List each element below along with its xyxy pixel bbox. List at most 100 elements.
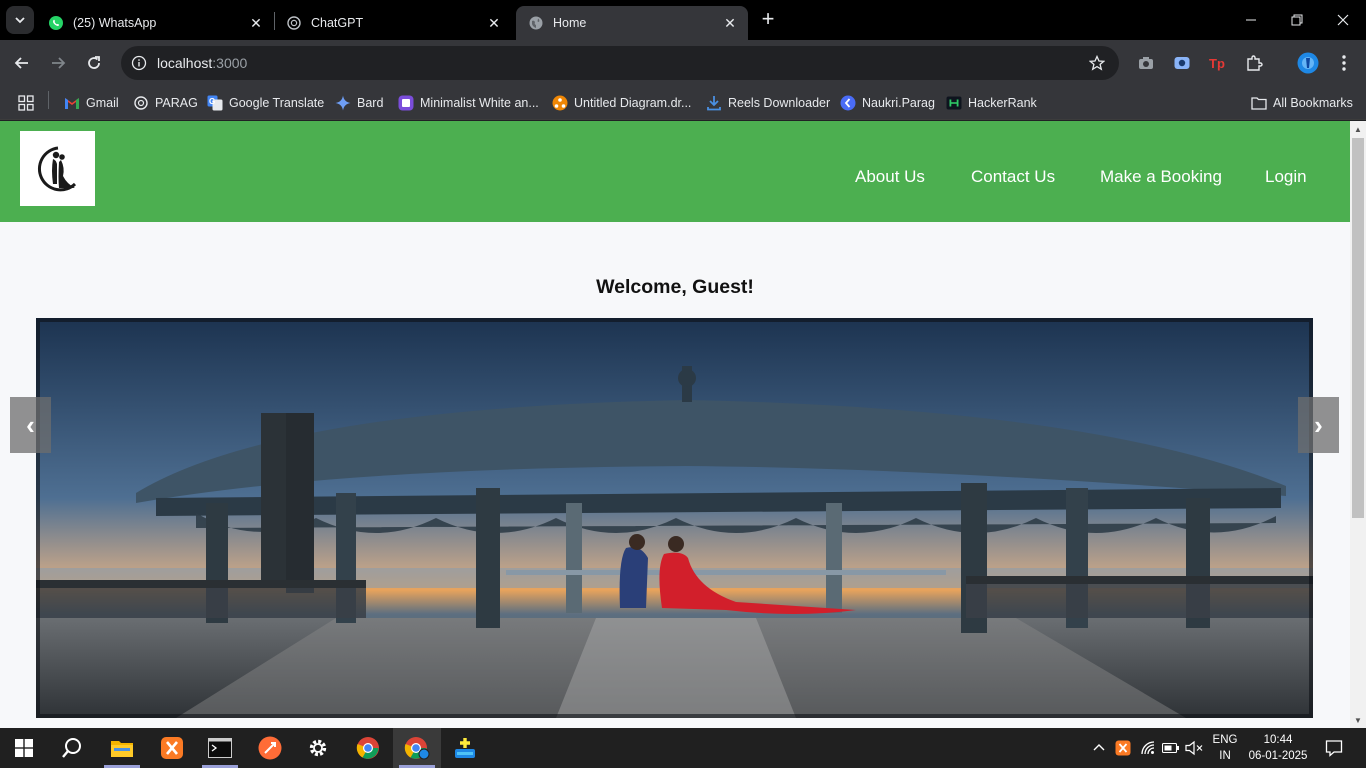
close-window-button[interactable] (1320, 0, 1366, 40)
puzzle-extensions-icon[interactable] (1244, 53, 1264, 73)
bookmark-minimalist[interactable]: Minimalist White an... (398, 92, 539, 114)
site-info-icon[interactable] (129, 53, 149, 73)
close-tab-icon[interactable]: ✕ (484, 13, 504, 33)
reload-button[interactable] (80, 49, 108, 77)
page-scrollbar[interactable]: ▲ ▼ (1350, 121, 1366, 728)
url-port: :3000 (212, 55, 248, 71)
clock-date: 06-01-2025 (1248, 750, 1308, 762)
all-bookmarks-button[interactable]: All Bookmarks (1251, 92, 1353, 114)
restore-icon (1291, 14, 1303, 26)
welcome-heading: Welcome, Guest! (596, 276, 754, 298)
bookmark-label: PARAG (155, 96, 198, 110)
folder-icon (1251, 95, 1267, 111)
hero-carousel (36, 318, 1313, 718)
taskbar-file-explorer[interactable] (98, 728, 146, 768)
browser-menu-icon[interactable] (1334, 53, 1354, 73)
bookmark-reels-downloader[interactable]: Reels Downloader (706, 92, 830, 114)
site-logo[interactable] (20, 131, 95, 206)
tab-chatgpt[interactable]: ChatGPT ✕ (274, 6, 512, 40)
taskbar-terminal[interactable] (196, 728, 244, 768)
taskbar-xampp[interactable] (148, 728, 196, 768)
bookmark-untitled-diagram[interactable]: Untitled Diagram.dr... (552, 92, 691, 114)
browser-tab-strip: (25) WhatsApp ✕ ChatGPT ✕ Home ✕ + (0, 0, 1366, 40)
clock-time: 10:44 (1263, 734, 1293, 746)
nav-contact-us[interactable]: Contact Us (971, 167, 1055, 187)
chevron-down-icon (15, 17, 25, 24)
bookmark-gmail[interactable]: Gmail (64, 92, 119, 114)
bookmark-parag[interactable]: PARAG (133, 92, 198, 114)
forward-button[interactable] (44, 49, 72, 77)
close-tab-icon[interactable]: ✕ (246, 13, 266, 33)
nav-login[interactable]: Login (1265, 167, 1307, 187)
bookmark-label: Bard (357, 96, 384, 110)
tab-whatsapp[interactable]: (25) WhatsApp ✕ (36, 6, 274, 40)
tab-home[interactable]: Home ✕ (516, 6, 748, 40)
bookmarks-separator (48, 91, 49, 109)
windows-taskbar: ENG IN 10:44 06-01-2025 (0, 728, 1366, 768)
folder-icon (111, 741, 133, 757)
restore-button[interactable] (1274, 0, 1320, 40)
bookmark-label: Naukri.Parag (862, 96, 935, 110)
app-plus-icon (455, 738, 475, 758)
tab-search-button[interactable] (6, 6, 34, 34)
speaker-muted-icon[interactable] (1185, 739, 1203, 757)
battery-icon[interactable] (1162, 739, 1180, 757)
new-tab-button[interactable]: + (756, 8, 780, 32)
postman-icon (258, 736, 282, 760)
notification-icon (1325, 740, 1343, 757)
bookmark-label: Untitled Diagram.dr... (574, 96, 692, 110)
hackerrank-icon (946, 95, 962, 111)
naukri-icon (840, 95, 856, 111)
taskbar-postman[interactable] (246, 728, 294, 768)
browser-toolbar: localhost:3000 Tp (0, 40, 1366, 86)
scroll-down-arrow-icon[interactable]: ▼ (1350, 712, 1366, 728)
notification-center-button[interactable] (1324, 738, 1344, 758)
taskbar-app-plus[interactable] (441, 728, 489, 768)
bookmark-naukri[interactable]: Naukri.Parag (840, 92, 935, 114)
svg-text:Tp: Tp (1209, 56, 1225, 71)
scroll-thumb[interactable] (1352, 138, 1364, 518)
minimize-button[interactable] (1228, 0, 1274, 40)
profile-avatar[interactable] (1296, 51, 1320, 75)
scroll-up-arrow-icon[interactable]: ▲ (1350, 121, 1366, 137)
carousel-next-button[interactable]: › (1298, 397, 1339, 453)
url-text: localhost:3000 (157, 55, 247, 71)
bookmark-label: Google Translate (229, 96, 325, 110)
nav-about-us[interactable]: About Us (855, 167, 925, 187)
taskbar-chrome-profile[interactable] (393, 728, 441, 768)
taskbar-settings[interactable] (294, 728, 342, 768)
nav-make-a-booking[interactable]: Make a Booking (1100, 167, 1222, 187)
back-button[interactable] (8, 49, 36, 77)
xampp-icon (161, 737, 183, 759)
arrow-right-icon (52, 57, 66, 69)
tray-xampp-icon[interactable] (1114, 739, 1132, 757)
camera-extension-icon[interactable] (1136, 53, 1156, 73)
minimize-icon (1246, 19, 1256, 21)
tab-title: Home (553, 16, 587, 30)
show-hidden-icons-button[interactable] (1090, 739, 1108, 757)
screen-recorder-extension-icon[interactable] (1172, 53, 1192, 73)
bookmark-label: Minimalist White an... (420, 96, 539, 110)
language-code: ENG (1212, 734, 1238, 746)
carousel-prev-button[interactable]: ‹ (10, 397, 51, 453)
address-bar[interactable]: localhost:3000 (121, 46, 1119, 80)
apps-grid-icon (18, 95, 34, 111)
wifi-icon[interactable] (1139, 739, 1157, 757)
chatgpt-icon (286, 15, 302, 31)
taskbar-chrome[interactable] (344, 728, 392, 768)
chrome-icon (356, 737, 379, 759)
windows-logo-icon (15, 739, 33, 757)
bookmark-bard[interactable]: Bard (335, 92, 383, 114)
tp-extension-icon[interactable]: Tp (1208, 53, 1228, 73)
bookmark-star-icon[interactable] (1087, 53, 1107, 73)
start-button[interactable] (0, 728, 48, 768)
input-language-indicator[interactable]: ENG IN (1210, 732, 1240, 764)
bookmark-hackerrank[interactable]: HackerRank (946, 92, 1037, 114)
system-clock[interactable]: 10:44 06-01-2025 (1245, 732, 1311, 764)
gear-icon (309, 739, 327, 757)
close-tab-icon[interactable]: ✕ (720, 13, 740, 33)
search-button[interactable] (48, 728, 96, 768)
reload-icon (88, 56, 100, 69)
apps-button[interactable] (18, 92, 40, 114)
bookmark-google-translate[interactable]: G Google Translate (207, 92, 324, 114)
